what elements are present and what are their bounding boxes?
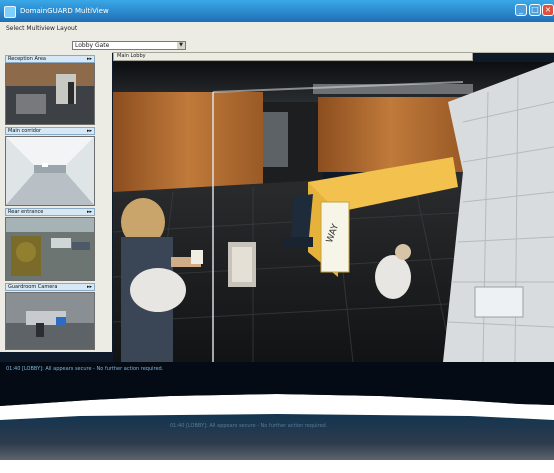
layout-toolbar: Select Multiview Layout Lobby Gate ▼ xyxy=(0,22,554,53)
layout-select-value: Lobby Gate xyxy=(75,42,110,49)
camera-expand-icon[interactable]: ▸▸ xyxy=(87,284,92,290)
maximize-button[interactable]: □ xyxy=(529,4,541,16)
corridor-camera-image xyxy=(6,137,94,205)
main-camera-label: Main Lobby xyxy=(117,53,146,59)
title-bar: DomainGUARD MultiView _ □ × xyxy=(0,0,554,22)
camera-header-corridor[interactable]: Main corridor ▸▸ xyxy=(5,127,95,135)
camera-thumbnail-rear[interactable] xyxy=(5,217,95,281)
layout-select[interactable]: Lobby Gate ▼ xyxy=(72,41,186,50)
camera-label: Guardroom Camera xyxy=(8,284,58,290)
camera-thumbnail-reception[interactable] xyxy=(5,63,95,125)
camera-expand-icon[interactable]: ▸▸ xyxy=(87,128,92,134)
main-camera-view[interactable]: WAY xyxy=(113,62,554,362)
screen-reflection: 01:40 [LOBBY]: All appears secure - No f… xyxy=(0,400,554,473)
camera-header-reception[interactable]: Reception Area ▸▸ xyxy=(5,55,95,63)
camera-header-guardroom[interactable]: Guardroom Camera ▸▸ xyxy=(5,283,95,291)
main-camera-header: Main Lobby xyxy=(113,52,473,61)
camera-list-panel: Reception Area ▸▸ Main corridor ▸▸ Rear … xyxy=(0,52,98,352)
rear-camera-image xyxy=(6,218,94,280)
status-message: 01:40 [LOBBY]: All appears secure - No f… xyxy=(6,366,164,372)
reflection-fade xyxy=(0,400,554,473)
minimize-button[interactable]: _ xyxy=(515,4,527,16)
app-icon xyxy=(4,6,16,18)
camera-expand-icon[interactable]: ▸▸ xyxy=(87,209,92,215)
camera-thumbnail-guardroom[interactable] xyxy=(5,292,95,350)
chevron-down-icon[interactable]: ▼ xyxy=(177,42,185,49)
layout-select-label: Select Multiview Layout xyxy=(6,25,78,32)
camera-expand-icon[interactable]: ▸▸ xyxy=(87,56,92,62)
main-lobby-camera-image: WAY xyxy=(113,62,554,362)
monitor-scene: DomainGUARD MultiView _ □ × Select Multi… xyxy=(0,0,554,473)
application-window: DomainGUARD MultiView _ □ × Select Multi… xyxy=(0,0,554,406)
camera-label: Rear entrance xyxy=(8,209,44,215)
camera-label: Reception Area xyxy=(8,56,46,62)
camera-thumbnail-corridor[interactable] xyxy=(5,136,95,206)
close-button[interactable]: × xyxy=(542,4,554,16)
camera-header-rear[interactable]: Rear entrance ▸▸ xyxy=(5,208,95,216)
camera-label: Main corridor xyxy=(8,128,42,134)
window-title: DomainGUARD MultiView xyxy=(20,7,109,15)
reception-camera-image xyxy=(6,64,94,124)
panel-splitter[interactable] xyxy=(98,52,112,352)
guardroom-camera-image xyxy=(6,293,94,349)
